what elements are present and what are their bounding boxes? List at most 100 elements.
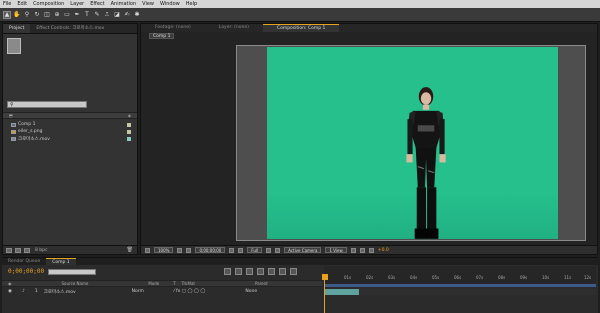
list-item-video[interactable]: 크로마소스.mov [3,135,137,142]
menu-effect[interactable]: Effect [90,0,104,8]
footage-thumbnail [7,38,21,54]
time-ruler[interactable]: 01s 02s 03s 04s 05s 06s 07s 08s 09s 10s … [324,266,596,286]
label-color-swatch[interactable] [127,129,131,134]
project-list-header: ⬒ ◈ [3,112,137,119]
view-layout-select[interactable]: 1 View [325,247,347,253]
table-row[interactable]: ◉ ♪ 1 크로마소스.mov Norm ⁄ fx ▢ ◯ ◯ ◯ None [2,288,322,295]
shy-layers-icon[interactable] [246,268,253,275]
menu-edit[interactable]: Edit [17,0,27,8]
ruler-label: 09s [520,275,528,280]
tab-footage[interactable]: Footage: (none) [141,24,205,32]
menu-animation[interactable]: Animation [111,0,137,8]
zoom-tool-icon[interactable]: ⚲ [23,11,31,19]
column-mode[interactable]: Mode [148,281,159,286]
exposure-value[interactable]: +0.0 [378,248,389,253]
always-preview-icon[interactable] [145,247,150,253]
layer-name[interactable]: 크로마소스.mov [44,289,76,295]
project-search-input[interactable]: ⚲ [7,101,87,108]
draft-3d-icon[interactable] [235,268,242,275]
menu-view[interactable]: View [142,0,154,8]
label-color-swatch[interactable] [127,122,131,127]
select-tool-icon[interactable]: ▲ [3,10,11,19]
timeline-columns-header: ◉ Source Name Mode T TrkMat Parent [2,280,322,287]
list-item-image[interactable]: eiler_s.png [3,128,137,135]
work-area-bar[interactable] [324,284,596,287]
current-time-field[interactable]: 0;00;00;00 [195,247,226,253]
layer-duration-bar[interactable] [325,289,359,295]
bit-depth-button[interactable]: 8 bpc [35,248,47,253]
timeline-search-input[interactable] [48,269,96,275]
region-of-interest-icon[interactable] [266,247,272,253]
snapshot-icon[interactable] [229,247,235,253]
tag-column-icon[interactable]: ◈ [128,113,131,118]
composition-icon [11,122,16,127]
menu-layer[interactable]: Layer [70,0,84,8]
column-t[interactable]: T [173,281,175,286]
timeline-panel: Render Queue Comp 1 0;00;00;00 ◉ Source … [2,257,598,313]
column-parent[interactable]: Parent [255,281,268,286]
transparency-grid-icon[interactable] [275,247,281,253]
hand-tool-icon[interactable]: ✋ [13,11,21,19]
comp-mini-flowchart-icon[interactable] [224,268,231,275]
frame-blending-icon[interactable] [257,268,264,275]
ruler-label: 03s [388,275,396,280]
search-icon: ⚲ [10,101,14,108]
project-panel-footer: 8 bpc 🗑 [3,245,137,254]
pan-behind-tool-icon[interactable]: ⊕ [53,11,61,19]
eraser-tool-icon[interactable]: ◪ [113,11,121,19]
toggle-pixel-aspect-icon[interactable] [350,247,356,253]
motion-blur-icon[interactable] [268,268,275,275]
rectangle-mask-tool-icon[interactable]: ▭ [63,11,71,19]
menu-bar: File Edit Composition Layer Effect Anima… [0,0,600,8]
menu-window[interactable]: Window [160,0,180,8]
text-tool-icon[interactable]: T [83,11,91,19]
mask-visibility-icon[interactable] [186,247,192,253]
ruler-label: 12s [584,275,592,280]
magnification-select[interactable]: 100% [154,247,174,253]
graph-editor-icon[interactable] [290,268,297,275]
eye-icon[interactable]: ◉ [8,289,12,294]
rotate-tool-icon[interactable]: ↻ [33,11,41,19]
tab-composition[interactable]: Composition: Comp 1 [262,24,340,32]
show-channel-icon[interactable] [238,247,244,253]
current-time-indicator-head[interactable] [322,274,328,280]
layer-index: 1 [34,289,38,294]
safe-zones-icon[interactable] [177,247,183,253]
brainstorm-icon[interactable] [279,268,286,275]
roto-brush-tool-icon[interactable]: ✍ [123,11,131,19]
tab-layer[interactable]: Layer: (none) [205,24,263,32]
camera-view-select[interactable]: Active Camera [284,247,322,253]
pen-tool-icon[interactable]: ✒ [73,11,81,19]
menu-file[interactable]: File [3,0,11,8]
layer-switches[interactable]: ⁄ fx ▢ ◯ ◯ ◯ [174,289,206,294]
trash-icon[interactable]: 🗑 [127,247,133,253]
brush-tool-icon[interactable]: ✎ [93,11,101,19]
resolution-select[interactable]: Full [247,247,263,253]
timeline-current-time[interactable]: 0;00;00;00 [8,268,44,275]
tab-render-queue[interactable]: Render Queue [2,258,46,265]
clone-stamp-tool-icon[interactable]: ⎍ [103,11,111,19]
label-color-swatch[interactable] [127,136,131,141]
current-time-indicator-line[interactable] [324,278,325,313]
menu-help[interactable]: Help [186,0,197,8]
camera-tool-icon[interactable]: ◫ [43,11,51,19]
layer-mode-select[interactable]: Norm [132,289,144,294]
column-trkmat[interactable]: TrkMat [182,281,195,286]
fast-previews-icon[interactable] [359,247,365,253]
label-column-icon[interactable]: ⬒ [9,113,13,118]
new-folder-icon[interactable] [15,247,21,253]
tab-project[interactable]: Project [3,24,31,33]
puppet-tool-icon[interactable]: ✱ [133,11,141,19]
column-source-name[interactable]: Source Name [62,281,89,286]
video-file-icon [11,136,16,141]
tab-effect-controls[interactable]: Effect Controls: 크로마소스.mov [30,24,110,33]
timeline-icon[interactable] [368,247,374,253]
menu-composition[interactable]: Composition [33,0,64,8]
comp-navigator-tab[interactable]: Comp 1 [149,33,175,39]
list-item-comp-1[interactable]: Comp 1 [3,121,137,128]
layer-parent-select[interactable]: None [245,289,257,294]
tab-comp-1-timeline[interactable]: Comp 1 [46,258,76,265]
speaker-icon[interactable]: ♪ [22,289,25,294]
interpret-footage-icon[interactable] [6,247,12,253]
new-composition-icon[interactable] [24,247,30,253]
